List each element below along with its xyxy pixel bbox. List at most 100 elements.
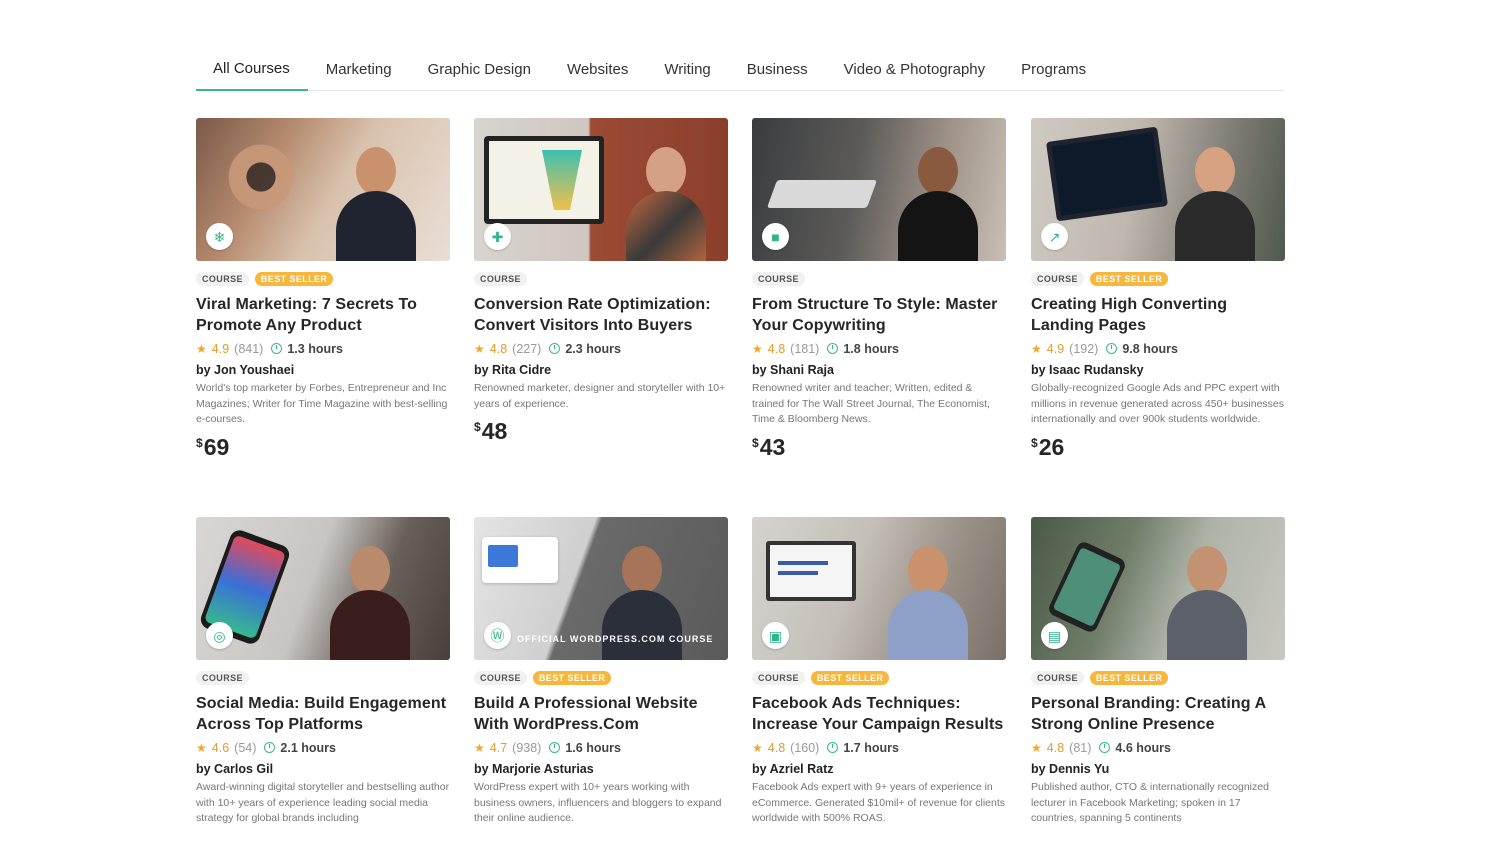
star-icon: ★ <box>196 341 207 356</box>
course-tag: COURSE <box>196 671 249 685</box>
rating-value: 4.8 <box>489 341 508 356</box>
rating-count: (160) <box>790 740 820 755</box>
social-icon: ◎ <box>206 622 233 649</box>
thumbnail-overlay-text: OFFICIAL WORDPRESS.COM COURSE <box>517 634 714 644</box>
course-price: $26 <box>1031 433 1065 460</box>
tab-graphic-design[interactable]: Graphic Design <box>410 48 549 91</box>
course-title[interactable]: Social Media: Build Engagement Across To… <box>196 693 450 735</box>
course-tag: COURSE <box>752 272 805 286</box>
course-price: $48 <box>474 418 508 444</box>
category-tabs: All Courses Marketing Graphic Design Web… <box>196 48 1284 91</box>
course-title[interactable]: Personal Branding: Creating A Strong Onl… <box>1031 693 1285 735</box>
course-duration: 1.3 hours <box>287 341 343 356</box>
course-duration: 2.1 hours <box>280 740 336 755</box>
star-icon: ★ <box>752 341 763 356</box>
growth-icon: ✚ <box>484 223 511 250</box>
course-author: by Rita Cidre <box>474 363 552 377</box>
star-icon: ★ <box>196 740 207 755</box>
course-thumbnail[interactable]: ↗ <box>1031 118 1285 261</box>
course-tag: COURSE <box>1031 671 1084 685</box>
course-thumbnail[interactable]: ◎ <box>196 517 450 660</box>
author-description: Globally-recognized Google Ads and PPC e… <box>1031 382 1285 425</box>
course-tag: COURSE <box>752 671 805 685</box>
clock-icon <box>264 742 276 753</box>
best-seller-badge: BEST SELLER <box>254 272 334 286</box>
course-author: by Marjorie Asturias <box>474 762 594 776</box>
rating-count: (181) <box>790 341 820 356</box>
course-tag: COURSE <box>1031 272 1084 286</box>
course-tag: COURSE <box>474 272 527 286</box>
id-card-icon: ▤ <box>1041 622 1068 649</box>
rating-count: (227) <box>512 341 542 356</box>
course-author: by Dennis Yu <box>1031 762 1110 776</box>
course-card[interactable]: ■ COURSE From Structure To Style: Master… <box>752 118 1006 461</box>
tab-writing[interactable]: Writing <box>646 48 728 91</box>
course-card[interactable]: ✚ COURSE Conversion Rate Optimization: C… <box>474 118 728 445</box>
course-thumbnail[interactable]: ■ <box>752 118 1006 261</box>
tab-video-photography[interactable]: Video & Photography <box>826 48 1004 91</box>
course-duration: 1.6 hours <box>565 740 621 755</box>
course-card[interactable]: ▤ COURSE BEST SELLER Personal Branding: … <box>1031 517 1285 827</box>
rating-value: 4.9 <box>1046 341 1065 356</box>
course-thumbnail[interactable]: ✚ <box>474 118 728 261</box>
course-title[interactable]: Creating High Converting Landing Pages <box>1031 294 1285 336</box>
wordpress-icon: Ⓦ <box>484 622 511 649</box>
author-description: Renowned writer and teacher; Written, ed… <box>752 382 990 425</box>
course-duration: 1.8 hours <box>843 341 899 356</box>
star-icon: ★ <box>474 341 485 356</box>
course-title[interactable]: Facebook Ads Techniques: Increase Your C… <box>752 693 1006 735</box>
rating-count: (938) <box>512 740 542 755</box>
course-duration: 2.3 hours <box>565 341 621 356</box>
course-card[interactable]: ▣ COURSE BEST SELLER Facebook Ads Techni… <box>752 517 1006 827</box>
course-price: $69 <box>196 433 230 460</box>
rating-count: (841) <box>234 341 264 356</box>
course-duration: 4.6 hours <box>1115 740 1171 755</box>
course-card[interactable]: ◎ COURSE Social Media: Build Engagement … <box>196 517 450 827</box>
course-title[interactable]: From Structure To Style: Master Your Cop… <box>752 294 1006 336</box>
rating-value: 4.8 <box>767 341 786 356</box>
course-author: by Azriel Ratz <box>752 762 834 776</box>
document-icon: ■ <box>762 223 789 250</box>
rating-value: 4.9 <box>211 341 230 356</box>
course-card[interactable]: ❄ COURSE BEST SELLER Viral Marketing: 7 … <box>196 118 450 461</box>
best-seller-badge: BEST SELLER <box>1089 272 1169 286</box>
author-description: WordPress expert with 10+ years working … <box>474 781 722 824</box>
course-thumbnail[interactable]: ▣ <box>752 517 1006 660</box>
clock-icon <box>549 742 561 753</box>
author-description: World's top marketer by Forbes, Entrepre… <box>196 382 448 425</box>
author-description: Renowned marketer, designer and storytel… <box>474 382 726 410</box>
star-icon: ★ <box>1031 740 1042 755</box>
clock-icon <box>549 343 561 354</box>
clock-icon <box>827 343 839 354</box>
course-title[interactable]: Build A Professional Website With WordPr… <box>474 693 728 735</box>
tab-programs[interactable]: Programs <box>1003 48 1104 91</box>
course-title[interactable]: Conversion Rate Optimization: Convert Vi… <box>474 294 728 336</box>
tab-marketing[interactable]: Marketing <box>308 48 410 91</box>
clock-icon <box>271 343 283 354</box>
ads-icon: ▣ <box>762 622 789 649</box>
star-icon: ★ <box>1031 341 1042 356</box>
course-thumbnail[interactable]: Ⓦ OFFICIAL WORDPRESS.COM COURSE <box>474 517 728 660</box>
clock-icon <box>1106 343 1118 354</box>
snowflake-icon: ❄ <box>206 223 233 250</box>
rating-value: 4.8 <box>767 740 786 755</box>
course-price: $43 <box>752 433 786 460</box>
course-author: by Jon Youshaei <box>196 363 295 377</box>
tab-all-courses[interactable]: All Courses <box>196 48 308 91</box>
rating-value: 4.6 <box>211 740 230 755</box>
tab-websites[interactable]: Websites <box>549 48 646 91</box>
tab-business[interactable]: Business <box>729 48 826 91</box>
best-seller-badge: BEST SELLER <box>1089 671 1169 685</box>
course-card[interactable]: ↗ COURSE BEST SELLER Creating High Conve… <box>1031 118 1285 461</box>
course-card[interactable]: Ⓦ OFFICIAL WORDPRESS.COM COURSE COURSE B… <box>474 517 728 827</box>
star-icon: ★ <box>752 740 763 755</box>
course-author: by Carlos Gil <box>196 762 274 776</box>
rating-count: (81) <box>1069 740 1092 755</box>
course-thumbnail[interactable]: ❄ <box>196 118 450 261</box>
course-title[interactable]: Viral Marketing: 7 Secrets To Promote An… <box>196 294 450 336</box>
author-description: Facebook Ads expert with 9+ years of exp… <box>752 781 1005 824</box>
course-author: by Shani Raja <box>752 363 834 377</box>
course-thumbnail[interactable]: ▤ <box>1031 517 1285 660</box>
course-tag: COURSE <box>474 671 527 685</box>
rating-count: (54) <box>234 740 257 755</box>
